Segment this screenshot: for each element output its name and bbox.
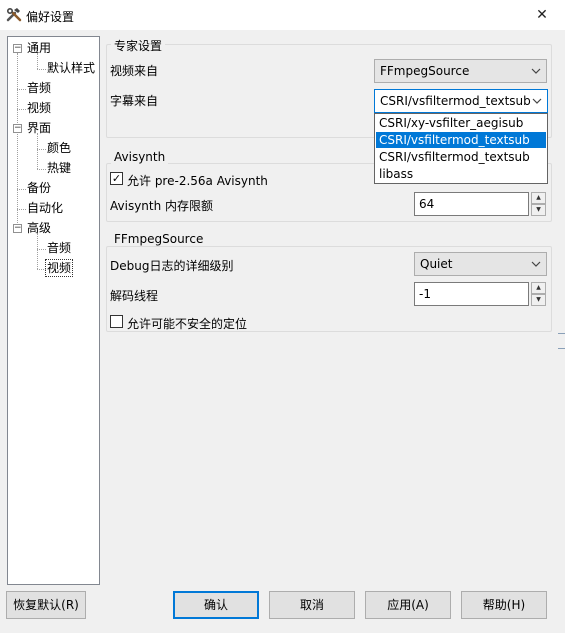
tree-item-default-styles[interactable]: 默认样式 xyxy=(47,60,95,76)
apply-button[interactable]: 应用(A) xyxy=(365,591,451,619)
spin-up-button[interactable]: ▲ xyxy=(531,192,546,204)
avisynth-memory-spinner: ▲ ▼ xyxy=(531,192,546,216)
avisynth-memory-label: Avisynth 内存限额 xyxy=(110,199,214,213)
expert-settings-title: 专家设置 xyxy=(111,37,166,54)
tree-item-advanced-video[interactable]: 视频 xyxy=(45,259,74,277)
collapse-icon[interactable]: − xyxy=(13,44,22,53)
dropdown-option[interactable]: libass xyxy=(376,166,546,182)
avisynth-memory-value: 64 xyxy=(419,197,435,211)
tree-item-colors[interactable]: 颜色 xyxy=(47,140,71,156)
allow-pre256-checkbox[interactable]: ✓ xyxy=(110,172,123,185)
decode-threads-value: -1 xyxy=(419,287,431,301)
debug-level-value: Quiet xyxy=(420,257,453,271)
edge-divider xyxy=(558,348,565,349)
tree-item-automation[interactable]: 自动化 xyxy=(27,200,63,216)
collapse-icon[interactable]: − xyxy=(13,224,22,233)
tree-item-general[interactable]: 通用 xyxy=(27,40,51,56)
tree-item-video[interactable]: 视频 xyxy=(27,100,51,116)
ffmpegsource-title: FFmpegSource xyxy=(111,232,207,246)
chevron-down-icon xyxy=(531,68,541,74)
tree-item-interface[interactable]: 界面 xyxy=(27,120,51,136)
dropdown-option-selected[interactable]: CSRI/vsfiltermod_textsub xyxy=(376,132,546,148)
allow-pre256-label: 允许 pre-2.56a Avisynth xyxy=(127,174,268,188)
spin-down-button[interactable]: ▼ xyxy=(531,294,546,306)
close-button[interactable]: ✕ xyxy=(519,0,565,30)
collapse-icon[interactable]: − xyxy=(13,124,22,133)
unsafe-seek-checkbox[interactable] xyxy=(110,315,123,328)
subtitle-source-value: CSRI/vsfiltermod_textsub xyxy=(380,94,531,108)
tree-item-advanced-audio[interactable]: 音频 xyxy=(47,240,71,256)
subtitle-source-dropdown[interactable]: CSRI/xy-vsfilter_aegisub CSRI/vsfiltermo… xyxy=(374,113,548,184)
decode-threads-label: 解码线程 xyxy=(110,289,159,303)
ok-button[interactable]: 确认 xyxy=(173,591,259,619)
debug-level-select[interactable]: Quiet xyxy=(414,252,547,276)
unsafe-seek-label: 允许可能不安全的定位 xyxy=(127,317,248,331)
dropdown-option[interactable]: CSRI/xy-vsfilter_aegisub xyxy=(376,115,546,131)
tree-item-backup[interactable]: 备份 xyxy=(27,180,51,196)
subtitle-source-label: 字幕来自 xyxy=(110,94,159,108)
spin-up-button[interactable]: ▲ xyxy=(531,282,546,294)
avisynth-memory-input[interactable]: 64 xyxy=(414,192,529,216)
cancel-button[interactable]: 取消 xyxy=(269,591,355,619)
chevron-down-icon xyxy=(531,261,541,267)
settings-tree[interactable]: − 通用 默认样式 音频 视频 − 界面 颜色 热键 备份 自动化 − 高级 音… xyxy=(7,36,100,585)
close-icon: ✕ xyxy=(536,7,548,23)
edge-divider xyxy=(558,333,565,334)
video-source-value: FFmpegSource xyxy=(380,64,470,78)
hammer-wrench-icon xyxy=(6,7,22,22)
decode-threads-input[interactable]: -1 xyxy=(414,282,529,306)
help-button[interactable]: 帮助(H) xyxy=(461,591,547,619)
video-source-select[interactable]: FFmpegSource xyxy=(374,59,547,83)
avisynth-title: Avisynth xyxy=(111,150,169,164)
dropdown-option[interactable]: CSRI/vsfiltermod_textsub xyxy=(376,149,546,165)
tree-item-hotkeys[interactable]: 热键 xyxy=(47,160,71,176)
tree-item-audio[interactable]: 音频 xyxy=(27,80,51,96)
subtitle-source-select[interactable]: CSRI/vsfiltermod_textsub xyxy=(374,89,548,113)
debug-level-label: Debug日志的详细级别 xyxy=(110,259,234,273)
check-icon: ✓ xyxy=(111,172,122,185)
window-title: 偏好设置 xyxy=(26,10,75,24)
spin-down-button[interactable]: ▼ xyxy=(531,204,546,216)
video-source-label: 视频来自 xyxy=(110,64,159,78)
decode-threads-spinner: ▲ ▼ xyxy=(531,282,546,306)
title-bar: 偏好设置 ✕ xyxy=(0,0,565,30)
chevron-down-icon xyxy=(532,98,542,104)
tree-item-advanced[interactable]: 高级 xyxy=(27,220,51,236)
restore-defaults-button[interactable]: 恢复默认(R) xyxy=(6,591,86,619)
